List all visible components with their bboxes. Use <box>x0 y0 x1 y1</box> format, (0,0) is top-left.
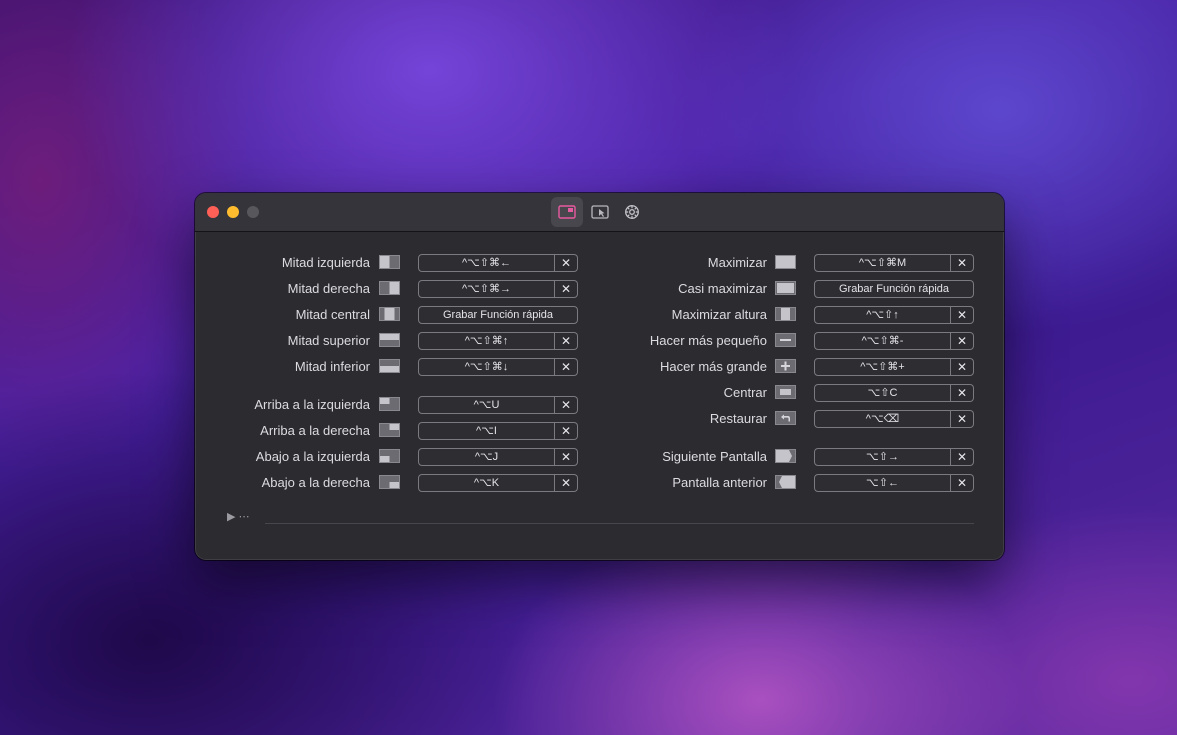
shortcut-recorder[interactable]: ^⌥⇧↑ <box>814 306 951 324</box>
maximize-height-icon <box>775 307 796 321</box>
shortcut-row-next-display: Siguiente Pantalla ⌥⇧→ ✕ <box>195 448 995 466</box>
shortcut-recorder[interactable]: ⌥⇧C <box>814 384 951 402</box>
clear-shortcut-button[interactable]: ✕ <box>951 306 974 324</box>
zoom-window-button[interactable] <box>247 206 259 218</box>
make-larger-icon <box>775 359 796 373</box>
shortcut-row-restore: Restaurar ^⌥⌫ ✕ <box>195 410 995 428</box>
action-label: Hacer más pequeño <box>649 333 767 348</box>
settings-tab[interactable] <box>616 197 648 227</box>
shortcut-recorder[interactable]: ^⌥⌫ <box>814 410 951 428</box>
close-window-button[interactable] <box>207 206 219 218</box>
shortcuts-tab[interactable] <box>551 197 583 227</box>
titlebar <box>195 193 1004 232</box>
shortcut-row-center: Centrar ⌥⇧C ✕ <box>195 384 995 402</box>
minimize-window-button[interactable] <box>227 206 239 218</box>
shortcut-recorder[interactable]: ^⌥⇧⌘M <box>814 254 951 272</box>
action-label: Hacer más grande <box>660 359 767 374</box>
clear-shortcut-button[interactable]: ✕ <box>951 474 974 492</box>
action-label: Casi maximizar <box>678 281 767 296</box>
action-label: Restaurar <box>709 411 767 426</box>
snap-areas-tab[interactable] <box>584 197 616 227</box>
shortcut-row-maximize-height: Maximizar altura ^⌥⇧↑ ✕ <box>195 306 995 324</box>
action-label: Centrar <box>723 385 767 400</box>
shortcut-recorder[interactable]: ⌥⇧→ <box>814 448 951 466</box>
action-label: Siguiente Pantalla <box>662 449 767 464</box>
restore-icon <box>775 411 796 425</box>
shortcut-recorder[interactable]: ^⌥⇧⌘+ <box>814 358 951 376</box>
previous-display-icon <box>775 475 796 489</box>
next-display-icon <box>775 449 796 463</box>
almost-maximize-icon <box>775 281 796 295</box>
shortcuts-panel: Mitad izquierda ^⌥⇧⌘← ✕ Mitad derecha ^⌥… <box>195 233 1004 560</box>
clear-shortcut-button[interactable]: ✕ <box>951 332 974 350</box>
window-layout-icon <box>558 205 576 219</box>
maximize-icon <box>775 255 796 269</box>
shortcut-row-make-smaller: Hacer más pequeño ^⌥⇧⌘- ✕ <box>195 332 995 350</box>
action-label: Maximizar <box>707 255 767 270</box>
rectangle-settings-window: Mitad izquierda ^⌥⇧⌘← ✕ Mitad derecha ^⌥… <box>195 193 1004 560</box>
shortcut-recorder[interactable]: Grabar Función rápida <box>814 280 974 298</box>
shortcut-recorder[interactable]: ^⌥⇧⌘- <box>814 332 951 350</box>
gear-icon <box>625 205 639 219</box>
action-label: Maximizar altura <box>671 307 767 322</box>
divider <box>265 523 974 524</box>
clear-shortcut-button[interactable]: ✕ <box>951 384 974 402</box>
shortcut-recorder[interactable]: ⌥⇧← <box>814 474 951 492</box>
clear-shortcut-button[interactable]: ✕ <box>951 410 974 428</box>
clear-shortcut-button[interactable]: ✕ <box>951 254 974 272</box>
clear-shortcut-button[interactable]: ✕ <box>951 358 974 376</box>
center-icon <box>775 385 796 399</box>
clear-shortcut-button[interactable]: ✕ <box>951 448 974 466</box>
shortcut-row-make-larger: Hacer más grande ^⌥⇧⌘+ ✕ <box>195 358 995 376</box>
make-smaller-icon <box>775 333 796 347</box>
cursor-window-icon <box>591 205 609 219</box>
shortcut-row-maximize: Maximizar ^⌥⇧⌘M ✕ <box>195 254 995 272</box>
shortcut-row-previous-display: Pantalla anterior ⌥⇧← ✕ <box>195 474 995 492</box>
shortcut-row-almost-maximize: Casi maximizar Grabar Función rápida <box>195 280 995 298</box>
action-label: Pantalla anterior <box>672 475 767 490</box>
more-options-disclosure[interactable]: ▶ ⋯ <box>227 510 250 524</box>
